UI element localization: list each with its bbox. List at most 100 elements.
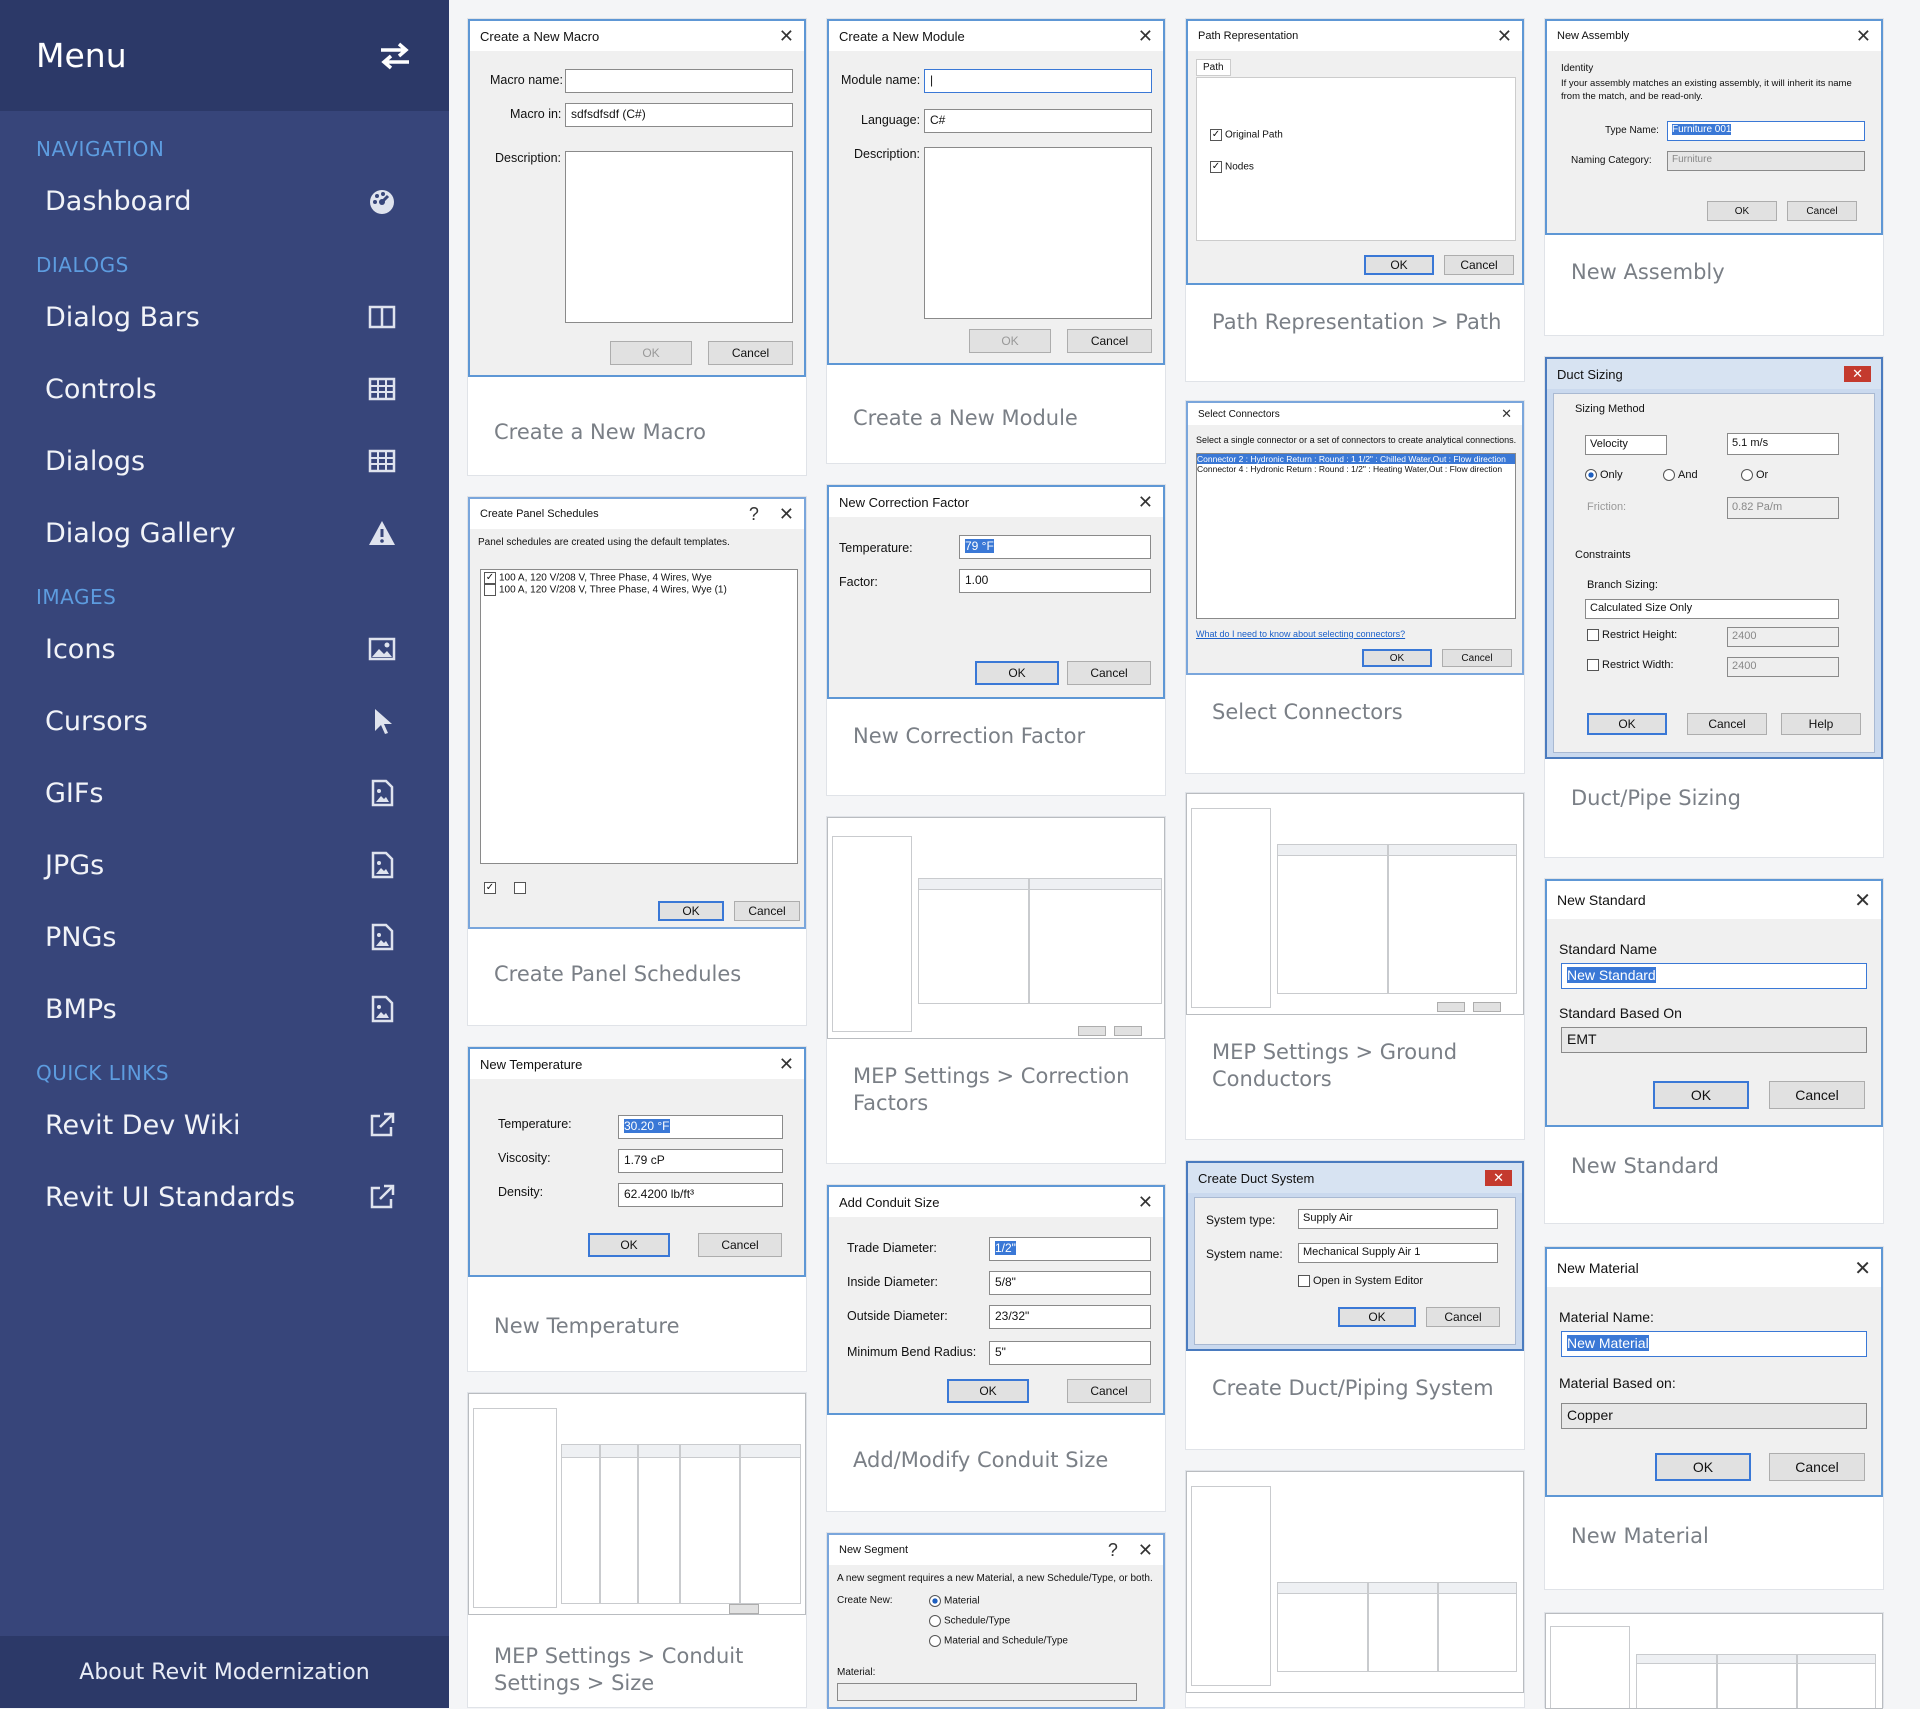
open-editor-checkbox[interactable]: Open in System Editor	[1298, 1275, 1423, 1288]
velocity-select[interactable]: Velocity	[1585, 435, 1667, 455]
macro-in-select[interactable]: sdfsdfsdf (C#)	[565, 103, 793, 127]
ok-button[interactable]: OK	[610, 341, 692, 365]
template-list[interactable]: ✓ 100 A, 120 V/208 V, Three Phase, 4 Wire…	[480, 569, 798, 864]
cancel-button[interactable]: Cancel	[734, 901, 800, 921]
tab-path[interactable]: Path	[1196, 59, 1231, 76]
card-duct-system[interactable]: Create Duct System ✕ System type: Supply …	[1185, 1160, 1525, 1450]
sidebar-item-cursors[interactable]: Cursors	[0, 685, 449, 757]
close-icon[interactable]: ✕	[779, 1054, 794, 1075]
sidebar-item-pngs[interactable]: PNGs	[0, 901, 449, 973]
cancel-button[interactable]: Cancel	[1067, 329, 1152, 353]
type-name-input[interactable]: Furniture 001	[1667, 121, 1865, 141]
close-icon[interactable]: ✕	[1138, 1192, 1153, 1213]
cancel-button[interactable]: Cancel	[1687, 713, 1767, 735]
original-path-checkbox[interactable]: ✓ Original Path	[1210, 129, 1283, 141]
card-mep-correction[interactable]: MEP Settings > Correction Factors	[826, 816, 1166, 1164]
sidebar-item-gifs[interactable]: GIFs	[0, 757, 449, 829]
temperature-input[interactable]: 30.20 °F	[618, 1115, 783, 1139]
list-item[interactable]: 100 A, 120 V/208 V, Three Phase, 4 Wires…	[484, 584, 794, 596]
cancel-button[interactable]: Cancel	[1067, 1379, 1151, 1403]
ok-button[interactable]: OK	[1587, 713, 1667, 735]
language-select[interactable]: C#	[924, 109, 1152, 133]
both-radio[interactable]: Material and Schedule/Type	[929, 1635, 1068, 1647]
outside-input[interactable]: 23/32"	[989, 1305, 1151, 1329]
material-radio[interactable]: Material	[929, 1595, 980, 1607]
swap-arrows-icon[interactable]	[377, 41, 413, 71]
list-item[interactable]: Connector 4 : Hydronic Return : Round : …	[1197, 464, 1515, 474]
help-link[interactable]: What do I need to know about selecting c…	[1196, 629, 1405, 639]
cancel-button[interactable]: Cancel	[1769, 1081, 1865, 1109]
module-name-input[interactable]: |	[924, 69, 1152, 93]
ok-button[interactable]: OK	[947, 1379, 1029, 1403]
factor-input[interactable]: 1.00	[959, 569, 1151, 593]
card-new-material[interactable]: New Material ✕ Material Name: New Materia…	[1544, 1246, 1884, 1590]
sidebar-item-revit-dev-wiki[interactable]: Revit Dev Wiki	[0, 1089, 449, 1161]
sidebar-item-dashboard[interactable]: Dashboard	[0, 165, 449, 237]
velocity-input[interactable]: 5.1 m/s	[1727, 433, 1839, 455]
restrict-height-select[interactable]: 2400	[1727, 627, 1839, 647]
cancel-button[interactable]: Cancel	[1426, 1307, 1500, 1327]
close-icon[interactable]: ✕	[1844, 366, 1871, 382]
restrict-width-checkbox[interactable]: Restrict Width:	[1587, 659, 1674, 672]
close-icon[interactable]: ✕	[1501, 406, 1512, 422]
card-conduit-size[interactable]: Add Conduit Size ✕ Trade Diameter: 1/2" I…	[826, 1184, 1166, 1512]
bend-input[interactable]: 5"	[989, 1341, 1151, 1365]
material-based-select[interactable]: Copper	[1561, 1403, 1867, 1429]
or-radio[interactable]: Or	[1741, 469, 1768, 482]
schedule-radio[interactable]: Schedule/Type	[929, 1615, 1010, 1627]
close-icon[interactable]: ? ✕	[749, 504, 794, 525]
cancel-button[interactable]: Cancel	[1067, 661, 1151, 685]
density-input[interactable]: 62.4200 lb/ft³	[618, 1183, 783, 1207]
material-name-input[interactable]: New Material	[1561, 1331, 1867, 1357]
cancel-button[interactable]: Cancel	[698, 1233, 782, 1257]
list-item[interactable]: ✓ 100 A, 120 V/208 V, Three Phase, 4 Wire…	[484, 572, 794, 584]
close-icon[interactable]: ✕	[1138, 492, 1153, 513]
material-input[interactable]	[837, 1683, 1137, 1701]
card-mep-ground[interactable]: MEP Settings > Ground Conductors	[1185, 792, 1525, 1140]
ok-button[interactable]: OK	[1653, 1081, 1749, 1109]
card-select-connectors[interactable]: Select Connectors ✕ Select a single conne…	[1185, 400, 1525, 774]
ok-button[interactable]: OK	[1362, 649, 1432, 667]
card-new-temperature[interactable]: New Temperature ✕ Temperature: 30.20 °F V…	[467, 1046, 807, 1372]
card-duct-sizing[interactable]: Duct Sizing ✕ Sizing Method Velocity 5.1 …	[1544, 356, 1884, 858]
friction-input[interactable]: 0.82 Pa/m	[1727, 497, 1839, 519]
cancel-button[interactable]: Cancel	[1769, 1453, 1865, 1481]
about-link[interactable]: About Revit Modernization	[0, 1636, 449, 1708]
connector-list[interactable]: Connector 2 : Hydronic Return : Round : …	[1196, 453, 1516, 619]
sidebar-item-bmps[interactable]: BMPs	[0, 973, 449, 1045]
card-new-segment[interactable]: New Segment ? ✕ A new segment requires a …	[826, 1532, 1166, 1709]
ok-button[interactable]: OK	[1364, 255, 1434, 275]
card-create-macro[interactable]: Create a New Macro ✕ Macro name: Macro in…	[467, 18, 807, 476]
description-textarea[interactable]	[565, 151, 793, 323]
close-icon[interactable]: ✕	[1854, 888, 1871, 913]
ok-button[interactable]: OK	[969, 329, 1051, 353]
cancel-button[interactable]: Cancel	[1442, 649, 1512, 667]
viscosity-input[interactable]: 1.79 cP	[618, 1149, 783, 1173]
close-icon[interactable]: ✕	[1485, 1170, 1512, 1186]
close-icon[interactable]: ✕	[1854, 1256, 1871, 1281]
card-mep-mechanical[interactable]	[1185, 1470, 1525, 1708]
standard-name-input[interactable]: New Standard	[1561, 963, 1867, 989]
restrict-width-select[interactable]: 2400	[1727, 657, 1839, 677]
and-radio[interactable]: And	[1663, 469, 1698, 482]
close-icon[interactable]: ✕	[1138, 26, 1153, 47]
only-radio[interactable]: Only	[1585, 469, 1623, 482]
ok-button[interactable]: OK	[1338, 1307, 1416, 1327]
sidebar-item-dialog-bars[interactable]: Dialog Bars	[0, 281, 449, 353]
branch-sizing-select[interactable]: Calculated Size Only	[1585, 599, 1839, 619]
check-all-icon[interactable]: ✓	[484, 882, 496, 894]
close-icon[interactable]: ? ✕	[1108, 1540, 1153, 1561]
uncheck-all-icon[interactable]	[514, 882, 526, 894]
card-create-module[interactable]: Create a New Module ✕ Module name: | Lang…	[826, 18, 1166, 464]
ok-button[interactable]: OK	[588, 1233, 670, 1257]
standard-based-select[interactable]: EMT	[1561, 1027, 1867, 1053]
cancel-button[interactable]: Cancel	[708, 341, 793, 365]
card-new-assembly[interactable]: New Assembly ✕ Identity If your assembly …	[1544, 18, 1884, 336]
naming-category-select[interactable]: Furniture	[1667, 151, 1865, 171]
temperature-input[interactable]: 79 °F	[959, 535, 1151, 559]
card-correction-factor[interactable]: New Correction Factor ✕ Temperature: 79 °…	[826, 484, 1166, 796]
cancel-button[interactable]: Cancel	[1444, 255, 1514, 275]
description-textarea[interactable]	[924, 147, 1152, 319]
card-path-representation[interactable]: Path Representation ✕ Path ✓ Original Path…	[1185, 18, 1525, 382]
sidebar-item-jpgs[interactable]: JPGs	[0, 829, 449, 901]
